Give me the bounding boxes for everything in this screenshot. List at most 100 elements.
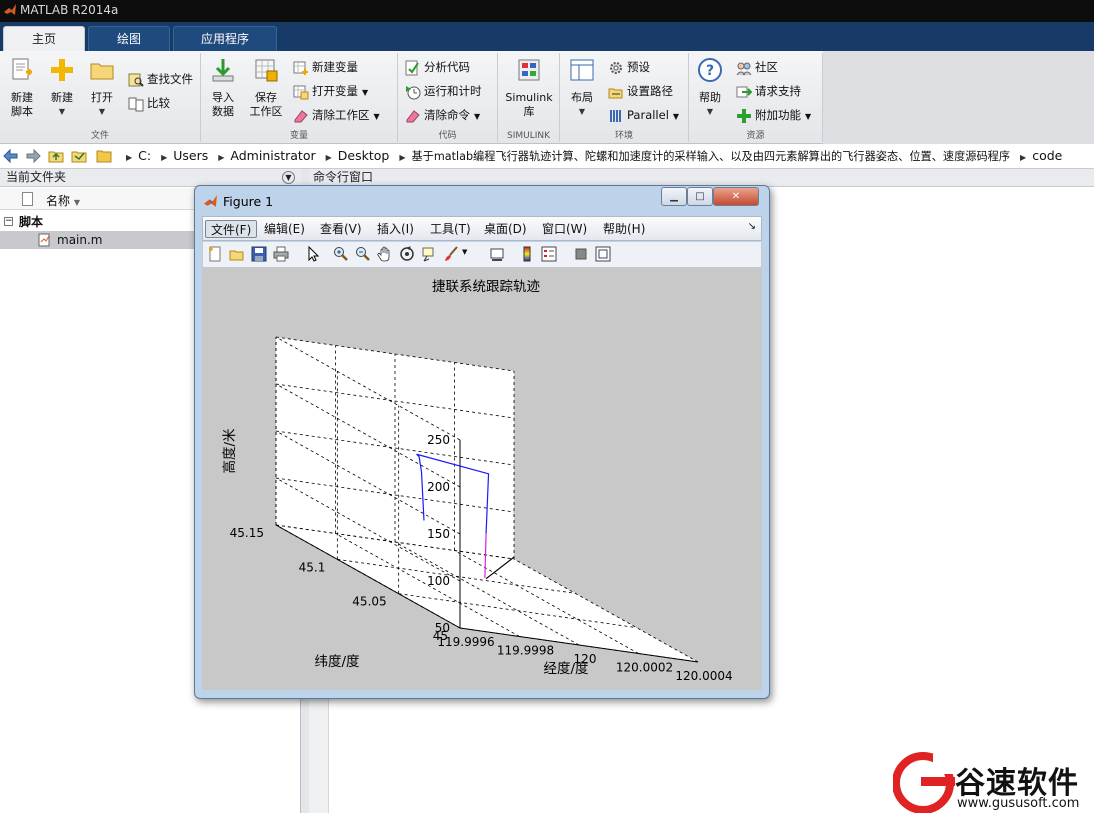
z-tick-label: 200 [427,480,450,494]
analyze-code-button[interactable]: 分析代码 [405,57,470,77]
community-button[interactable]: 社区 [736,57,778,77]
show-plot-tools-icon[interactable] [595,246,611,262]
hide-plot-tools-icon[interactable] [573,246,589,262]
clear-workspace-dropdown-icon[interactable]: ▼ [374,112,380,121]
open-button[interactable]: 打开 ▼ [86,57,118,119]
menu-file[interactable]: 文件(F) [205,220,258,238]
brush-dropdown-icon[interactable]: ▼ [462,248,467,256]
close-button[interactable]: ✕ [713,187,759,206]
pointer-icon[interactable] [305,246,321,262]
name-column-header[interactable]: 名称 ▼ [46,192,80,209]
figure-toolbar: ▼ [202,242,762,268]
x-axis-label: 经度/度 [543,661,588,677]
preferences-button[interactable]: 预设 [608,57,650,77]
trajectory-3d-chart[interactable]: 119.9996119.9998120120.0002120.00044545.… [202,268,762,690]
environment-group: 布局 ▼ 预设 设置路径 Parallel ▼ 环境 [560,53,689,142]
data-cursor-icon[interactable] [421,246,437,262]
help-button[interactable]: ? 帮助 ▼ [695,57,725,119]
menu-view[interactable]: 查看(V) [315,220,367,238]
file-name: main.m [57,233,103,247]
chevron-right-icon: ▶ [1020,153,1027,162]
zoom-out-icon[interactable] [355,246,371,262]
menu-window[interactable]: 窗口(W) [537,220,592,238]
save-workspace-label: 保存 工作区 [249,91,283,118]
tab-plots[interactable]: 绘图 [88,26,170,51]
layout-dropdown-icon: ▼ [578,107,586,116]
zoom-in-icon[interactable] [333,246,349,262]
simulink-library-icon [518,59,540,81]
simulink-library-label: Simulink 库 [505,91,553,118]
save-workspace-button[interactable]: 保存 工作区 [247,57,285,119]
breadcrumb-item[interactable]: C: [138,148,151,163]
y-axis-label: 纬度/度 [314,654,359,670]
save-icon[interactable] [251,246,267,262]
up-folder-icon[interactable] [48,148,64,164]
analyze-code-label: 分析代码 [424,60,470,74]
link-plot-icon[interactable] [489,246,505,262]
forward-icon[interactable] [25,148,41,164]
compare-icon [128,97,144,111]
svg-text:?: ? [706,63,714,79]
menu-tools[interactable]: 工具(T) [425,220,476,238]
breadcrumb-item[interactable]: code [1032,148,1062,163]
set-path-button[interactable]: 设置路径 [608,81,673,101]
watermark: 谷速软件 www.gususoft.com [893,752,1094,813]
breadcrumb-item[interactable]: Desktop [338,148,390,163]
breadcrumb-item[interactable]: 基于matlab编程飞行器轨迹计算、陀螺和加速度计的采样输入、以及由四元素解算出… [411,150,1010,163]
menubar-overflow-icon[interactable]: ↘ [748,221,756,232]
maximize-button[interactable]: □ [687,187,713,206]
app-title: MATLAB R2014a [20,3,119,17]
new-figure-icon[interactable] [207,246,223,262]
file-group-name: 文件 [90,131,109,141]
collapse-icon[interactable]: − [4,217,13,226]
back-icon[interactable] [3,148,19,164]
breadcrumb-item[interactable]: Administrator [230,148,315,163]
parallel-dropdown-icon[interactable]: ▼ [673,112,679,121]
import-data-label: 导入 数据 [212,91,234,118]
minimize-button[interactable]: ▁ [661,187,687,206]
open-variable-dropdown-icon[interactable]: ▼ [362,88,368,97]
simulink-library-button[interactable]: Simulink 库 [502,57,556,119]
pan-hand-icon[interactable] [377,246,393,262]
tab-home[interactable]: 主页 [3,26,85,51]
add-ons-label: 附加功能 [755,108,801,122]
add-ons-button[interactable]: 附加功能 ▼ [736,105,811,125]
breadcrumb-item[interactable]: Users [173,148,208,163]
layout-label: 布局 [571,91,593,104]
add-ons-dropdown-icon[interactable]: ▼ [805,112,811,121]
menu-insert[interactable]: 插入(I) [372,220,419,238]
print-icon[interactable] [273,246,289,262]
new-variable-button[interactable]: 新建变量 [293,57,358,77]
rotate-3d-icon[interactable] [399,246,415,262]
x-tick-label: 120.0002 [616,661,673,675]
parallel-button[interactable]: Parallel ▼ [608,105,679,125]
panel-actions-icon[interactable]: ▼ [282,171,295,184]
find-files-button[interactable]: 查找文件 [128,69,193,89]
figure-window[interactable]: Figure 1 ▁ □ ✕ 文件(F) 编辑(E) 查看(V) 插入(I) 工… [194,185,770,699]
colorbar-icon[interactable] [519,246,535,262]
clear-commands-button[interactable]: 清除命令 ▼ [405,105,480,125]
tab-apps[interactable]: 应用程序 [173,26,277,51]
brush-icon[interactable] [443,246,459,262]
open-variable-button[interactable]: 打开变量 ▼ [293,81,368,101]
figure-plot-area[interactable]: 119.9996 119.9998 120 120.0002 120.0004 45 45.… [202,268,762,690]
new-script-button[interactable]: 新建 脚本 [6,57,38,119]
legend-icon[interactable] [541,246,557,262]
new-button[interactable]: 新建 ▼ [46,57,78,119]
browse-folder-icon[interactable] [71,148,87,164]
code-group-name: 代码 [438,131,457,141]
clear-workspace-button[interactable]: 清除工作区 ▼ [293,105,380,125]
run-and-time-button[interactable]: 运行和计时 [405,81,482,101]
clear-commands-dropdown-icon[interactable]: ▼ [474,112,480,121]
preferences-label: 预设 [627,60,650,74]
find-files-label: 查找文件 [147,72,193,86]
figure-menubar: 文件(F) 编辑(E) 查看(V) 插入(I) 工具(T) 桌面(D) 窗口(W… [202,216,762,241]
menu-desktop[interactable]: 桌面(D) [479,220,532,238]
request-support-button[interactable]: 请求支持 [736,81,801,101]
open-file-icon[interactable] [229,246,245,262]
menu-edit[interactable]: 编辑(E) [259,220,310,238]
menu-help[interactable]: 帮助(H) [598,220,650,238]
layout-button[interactable]: 布局 ▼ [566,57,598,119]
compare-button[interactable]: 比较 [128,93,170,113]
import-data-button[interactable]: 导入 数据 [207,57,239,119]
